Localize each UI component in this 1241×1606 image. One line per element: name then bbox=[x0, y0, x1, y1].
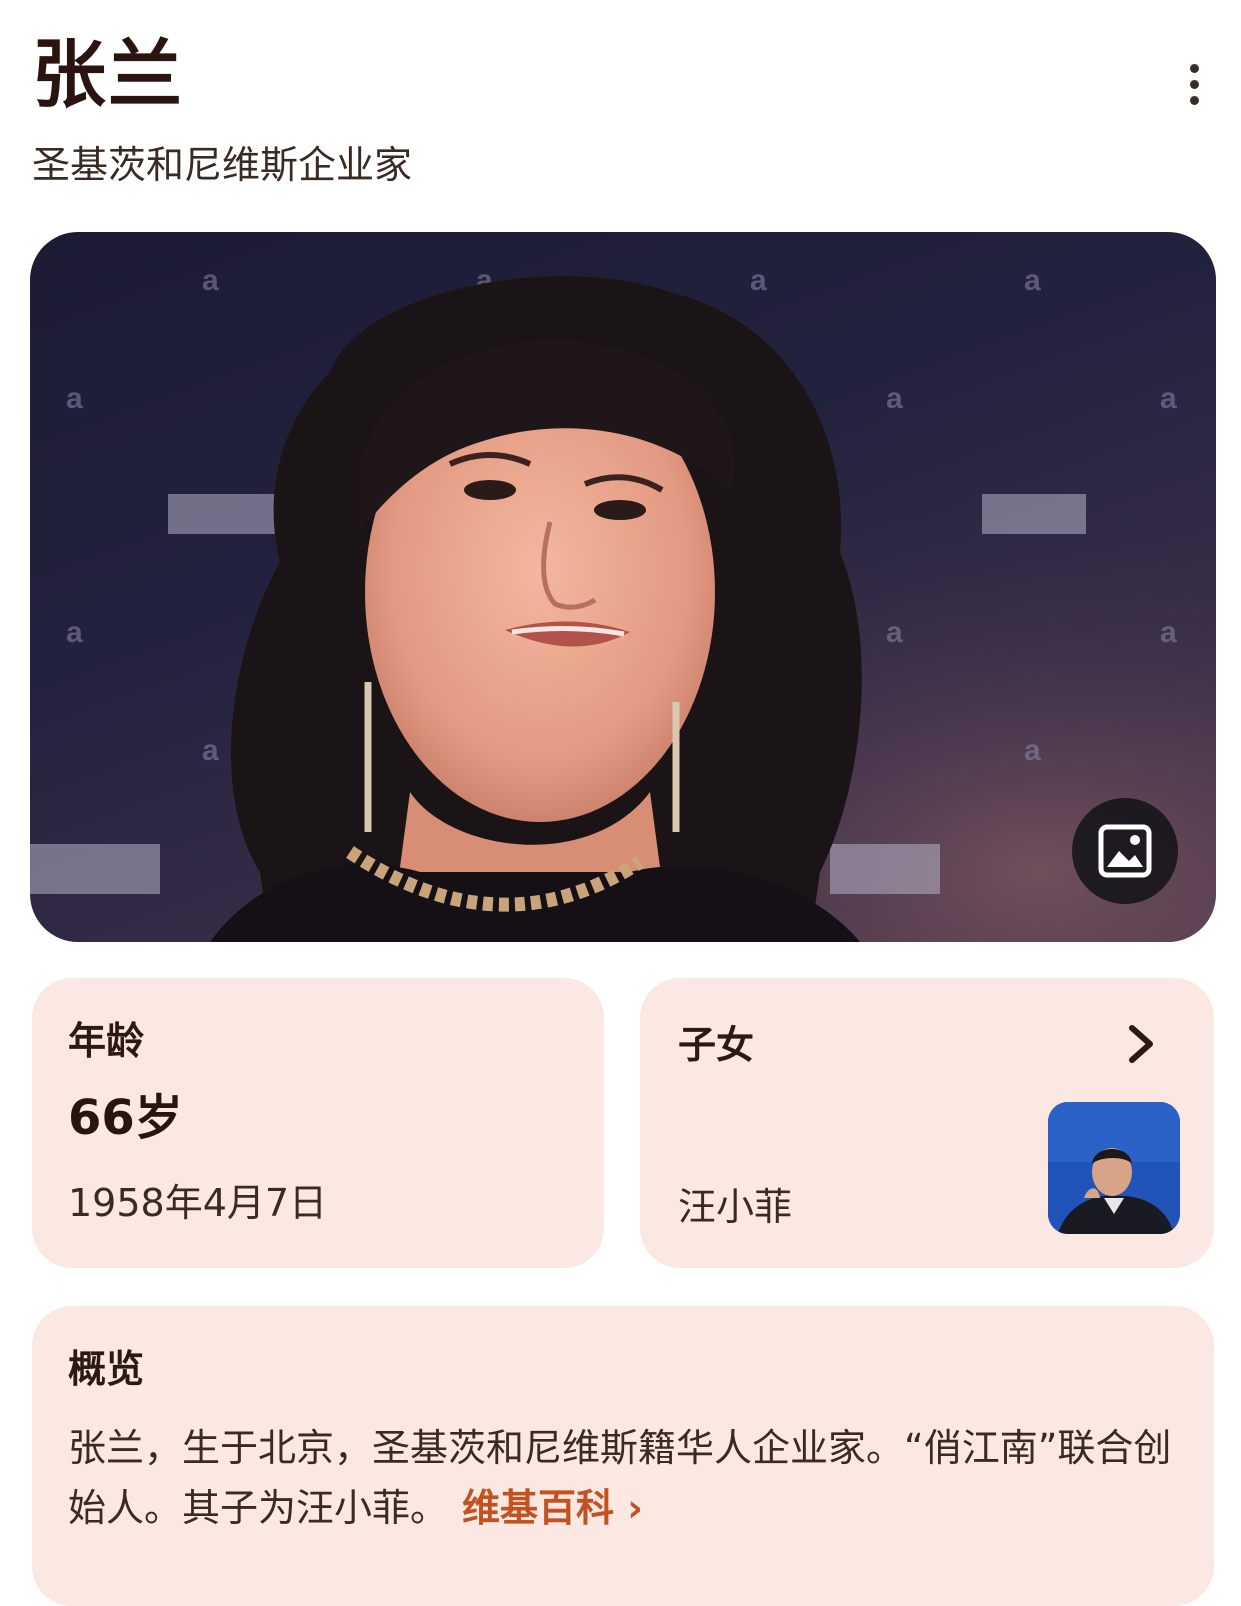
image-gallery-icon bbox=[1098, 824, 1152, 878]
overview-card: 概览 张兰，生于北京，圣基茨和尼维斯籍华人企业家。“俏江南”联合创始人。其子为汪… bbox=[32, 1306, 1214, 1606]
portrait-photo: aaaa aaaa a aaa aaaa bbox=[30, 232, 1216, 942]
age-value: 66岁 bbox=[68, 1090, 183, 1146]
age-label: 年龄 bbox=[68, 1019, 145, 1063]
svg-text:a: a bbox=[66, 616, 83, 649]
image-gallery-button[interactable] bbox=[1072, 798, 1178, 904]
svg-text:a: a bbox=[886, 616, 903, 649]
birth-date: 1958年4月7日 bbox=[68, 1181, 328, 1225]
svg-text:a: a bbox=[1160, 616, 1177, 649]
page-subtitle: 圣基茨和尼维斯企业家 bbox=[32, 143, 413, 187]
child-thumbnail[interactable] bbox=[1048, 1102, 1180, 1234]
children-label: 子女 bbox=[678, 1023, 755, 1067]
page-title: 张兰 bbox=[32, 32, 184, 118]
svg-text:a: a bbox=[66, 382, 83, 415]
svg-text:a: a bbox=[202, 734, 219, 767]
svg-text:a: a bbox=[1024, 264, 1041, 297]
chevron-right-icon bbox=[1129, 1025, 1153, 1063]
svg-text:a: a bbox=[1024, 734, 1041, 767]
children-card[interactable]: 子女 汪小菲 bbox=[640, 978, 1214, 1268]
svg-text:a: a bbox=[1160, 382, 1177, 415]
header: 张兰 圣基茨和尼维斯企业家 bbox=[0, 0, 1241, 220]
child-name: 汪小菲 bbox=[678, 1185, 793, 1229]
svg-text:a: a bbox=[202, 264, 219, 297]
hero-image[interactable]: aaaa aaaa a aaa aaaa bbox=[30, 232, 1216, 942]
overview-label: 概览 bbox=[68, 1347, 145, 1391]
more-vert-icon bbox=[1189, 63, 1199, 73]
svg-text:a: a bbox=[886, 382, 903, 415]
overview-text: 张兰，生于北京，圣基茨和尼维斯籍华人企业家。“俏江南”联合创始人。其子为汪小菲。… bbox=[68, 1418, 1178, 1538]
svg-text:a: a bbox=[750, 264, 767, 297]
age-card: 年龄 66岁 1958年4月7日 bbox=[32, 978, 604, 1268]
more-options-button[interactable] bbox=[1168, 58, 1220, 110]
wikipedia-link[interactable]: 维基百科 › bbox=[462, 1486, 643, 1530]
